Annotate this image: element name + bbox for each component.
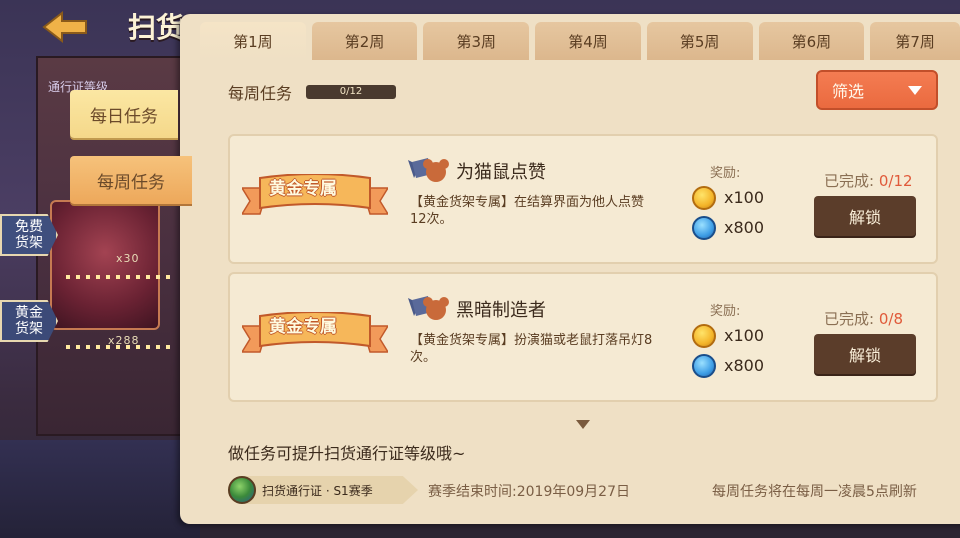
completion-status: 已完成: 0/8 [824, 308, 903, 329]
gold-shelf-display [50, 200, 160, 330]
task-title: 黑暗制造者 [456, 300, 546, 321]
tab-week-4[interactable]: 第4周 [535, 22, 641, 60]
tab-week-3[interactable]: 第3周 [423, 22, 530, 60]
task-list[interactable]: 黄金专属 为猫鼠点赞 【黄金货架专属】在结算界面为他人点赞12次。 奖励: x1… [228, 114, 938, 414]
free-shelf-count: x30 [116, 252, 140, 265]
tab-week-6[interactable]: 第6周 [758, 22, 865, 60]
task-tag: 黄金专属 [269, 179, 337, 199]
gold-shelf-count: x288 [108, 334, 140, 347]
completion-value: 0/12 [878, 172, 913, 190]
filter-button[interactable]: 筛选 [816, 70, 938, 110]
cat-mouse-icon [408, 158, 449, 182]
tab-week-1[interactable]: 第1周 [200, 22, 306, 60]
back-arrow-icon[interactable] [40, 10, 90, 44]
unlock-button[interactable]: 解锁 [814, 196, 916, 236]
task-description: 【黄金货架专属】在结算界面为他人点赞12次。 [410, 195, 645, 227]
reward-qty: x100 [724, 188, 765, 207]
back-arrow-icon[interactable] [40, 10, 90, 44]
gold-shelf-sign[interactable]: 黄金货架 [0, 300, 58, 342]
free-shelf-label: 免费货架 [15, 219, 43, 251]
task-tag: 黄金专属 [269, 317, 337, 337]
gold-coin-icon [692, 324, 716, 348]
globe-icon [228, 476, 256, 504]
marquee-lights [66, 275, 176, 279]
tab-week-5[interactable]: 第5周 [646, 22, 753, 60]
blue-token-icon [692, 354, 716, 378]
task-title: 为猫鼠点赞 [456, 162, 546, 183]
season-end-time: 赛季结束时间:2019年09月27日 [428, 484, 630, 500]
page-title: 扫货 [128, 11, 185, 44]
task-card: 黄金专属 为猫鼠点赞 【黄金货架专属】在结算界面为他人点赞12次。 奖励: x1… [228, 134, 938, 264]
completion-label: 已完成: [824, 172, 875, 190]
tab-daily-tasks[interactable]: 每日任务 [70, 90, 178, 138]
reward-label: 奖励: [710, 304, 741, 319]
tab-week-7[interactable]: 第7周 [870, 22, 960, 60]
chevron-down-icon [908, 86, 922, 95]
task-card: 黄金专属 黑暗制造者 【黄金货架专属】扮演猫或老鼠打落吊灯8次。 奖励: x10… [228, 272, 938, 402]
week-tabs: 第1周 第2周 第3周 第4周 第5周 第6周 第7周 [200, 22, 960, 60]
unlock-button[interactable]: 解锁 [814, 334, 916, 374]
free-shelf-sign[interactable]: 免费货架 [0, 214, 58, 256]
task-description: 【黄金货架专属】扮演猫或老鼠打落吊灯8次。 [410, 333, 653, 365]
reward-qty: x800 [724, 218, 765, 237]
completion-label: 已完成: [824, 310, 875, 328]
reward-qty: x800 [724, 356, 765, 375]
tab-week-2[interactable]: 第2周 [311, 22, 418, 60]
hint-text: 做任务可提升扫货通行证等级哦~ [228, 444, 466, 463]
gold-coin-icon [692, 186, 716, 210]
weekly-progress-bar: 0/12 [306, 85, 396, 99]
cat-mouse-icon [408, 296, 449, 320]
reward-qty: x100 [724, 326, 765, 345]
tab-weekly-tasks[interactable]: 每周任务 [70, 156, 192, 204]
weekly-section-title: 每周任务 [228, 84, 293, 103]
gold-shelf-label: 黄金货架 [15, 305, 43, 337]
refresh-note: 每周任务将在每周一凌晨5点刷新 [712, 484, 917, 500]
background-street [0, 440, 200, 538]
season-label: 扫货通行证 · S1赛季 [262, 484, 373, 498]
scroll-down-indicator-icon[interactable] [576, 420, 590, 429]
completion-status: 已完成: 0/12 [824, 170, 913, 191]
filter-label: 筛选 [832, 82, 865, 101]
completion-value: 0/8 [878, 310, 903, 328]
reward-label: 奖励: [710, 166, 741, 181]
blue-token-icon [692, 216, 716, 240]
